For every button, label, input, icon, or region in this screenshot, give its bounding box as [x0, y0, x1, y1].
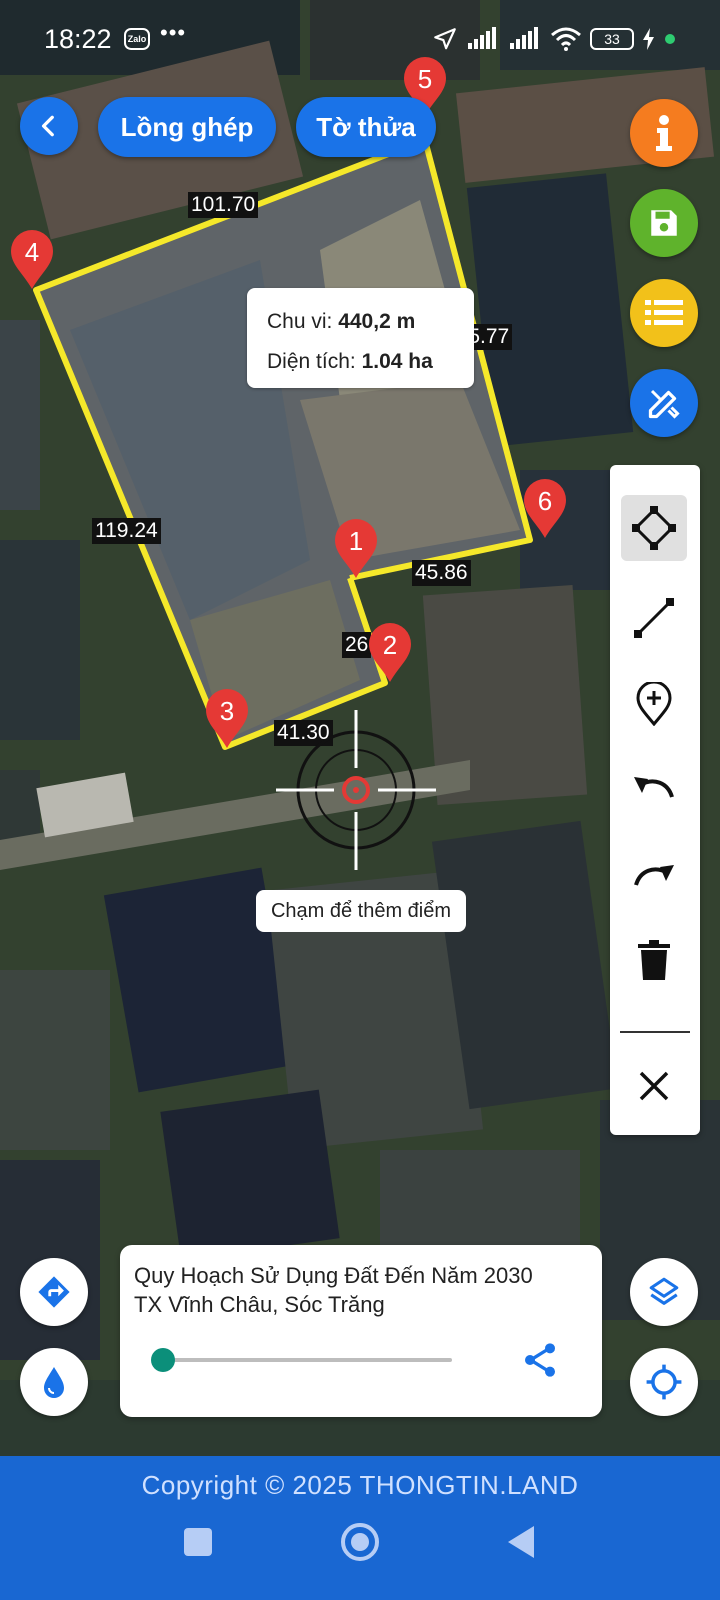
directions-icon	[38, 1276, 70, 1308]
list-button[interactable]	[630, 279, 698, 347]
perimeter-value: 440,2 m	[338, 310, 416, 333]
status-dot-icon	[665, 34, 675, 44]
segment-length-label: 45.86	[412, 560, 471, 586]
planning-title-line1: Quy Hoạch Sử Dụng Đất Đến Năm 2030	[134, 1263, 533, 1288]
line-tool[interactable]	[621, 585, 687, 651]
trash-icon	[638, 940, 670, 980]
status-icons: 33	[432, 24, 676, 54]
zalo-icon: Zalo	[124, 28, 150, 50]
opacity-slider-track[interactable]	[162, 1358, 452, 1362]
polygon-icon	[632, 506, 676, 550]
my-location-button[interactable]	[630, 1348, 698, 1416]
location-arrow-icon	[434, 28, 456, 50]
undo-icon	[634, 777, 674, 798]
back-button[interactable]	[20, 97, 78, 155]
area-label: Diện tích:	[267, 350, 356, 373]
home-button[interactable]	[338, 1520, 382, 1564]
status-bar: 18:22 Zalo ••• 33	[0, 0, 720, 80]
planning-layer-panel: Quy Hoạch Sử Dụng Đất Đến Năm 2030 TX Vĩ…	[120, 1245, 602, 1417]
toolbar-divider	[620, 1031, 690, 1033]
wifi-icon	[551, 27, 581, 51]
recent-apps-button[interactable]	[176, 1520, 220, 1564]
measurement-box: Chu vi: 440,2 m Diện tích: 1.04 ha	[247, 288, 474, 388]
segment-length-label: 119.24	[92, 518, 161, 544]
opacity-slider-knob[interactable]	[151, 1348, 175, 1372]
vertex-marker-4[interactable]: 4	[9, 229, 55, 291]
tab-long-ghep[interactable]: Lồng ghép	[98, 97, 276, 157]
perimeter-label: Chu vi:	[267, 310, 333, 333]
more-notifications: •••	[160, 20, 187, 45]
signal-icon	[510, 27, 538, 49]
my-location-icon	[646, 1364, 682, 1400]
info-button[interactable]	[630, 99, 698, 167]
share-icon[interactable]	[520, 1340, 560, 1380]
list-icon	[645, 300, 683, 325]
crosshair-icon	[276, 710, 436, 870]
line-icon	[634, 598, 674, 638]
edit-ruler-icon	[648, 389, 680, 419]
layers-button[interactable]	[630, 1258, 698, 1326]
copyright-text: Copyright © 2025 THONGTIN.LAND	[141, 1470, 579, 1500]
drawing-toolbar	[610, 465, 700, 1135]
vertex-marker-1[interactable]: 1	[333, 518, 379, 580]
charging-icon	[643, 28, 654, 50]
vertex-marker-3[interactable]: 3	[204, 688, 250, 750]
vertex-marker-2[interactable]: 2	[367, 622, 413, 684]
edit-measure-button[interactable]	[630, 369, 698, 437]
close-icon	[639, 1071, 669, 1101]
save-button[interactable]	[630, 189, 698, 257]
save-icon	[651, 210, 677, 236]
directions-button[interactable]	[20, 1258, 88, 1326]
planning-title-line2: TX Vĩnh Châu, Sóc Trăng	[134, 1292, 385, 1317]
delete-tool[interactable]	[621, 927, 687, 993]
battery-icon: 33	[590, 28, 634, 50]
add-point-tool[interactable]	[621, 671, 687, 737]
water-drop-icon	[44, 1367, 64, 1398]
polygon-tool[interactable]	[621, 495, 687, 561]
add-point-hint[interactable]: Chạm để thêm điểm	[256, 890, 466, 932]
undo-tool[interactable]	[621, 753, 687, 819]
water-button[interactable]	[20, 1348, 88, 1416]
area-value: 1.04 ha	[361, 350, 433, 373]
info-icon	[656, 115, 672, 151]
segment-length-label: 101.70	[188, 192, 259, 218]
close-tool[interactable]	[621, 1053, 687, 1119]
vertex-marker-6[interactable]: 6	[522, 478, 568, 540]
redo-icon	[634, 865, 674, 886]
signal-icon	[468, 27, 496, 49]
chevron-left-icon	[41, 115, 54, 137]
tab-to-thua[interactable]: Tờ thửa	[296, 97, 436, 157]
redo-tool[interactable]	[621, 841, 687, 907]
back-nav-button[interactable]	[500, 1520, 544, 1564]
status-time: 18:22	[44, 24, 112, 54]
add-location-icon	[636, 682, 672, 726]
layers-icon	[649, 1277, 679, 1305]
